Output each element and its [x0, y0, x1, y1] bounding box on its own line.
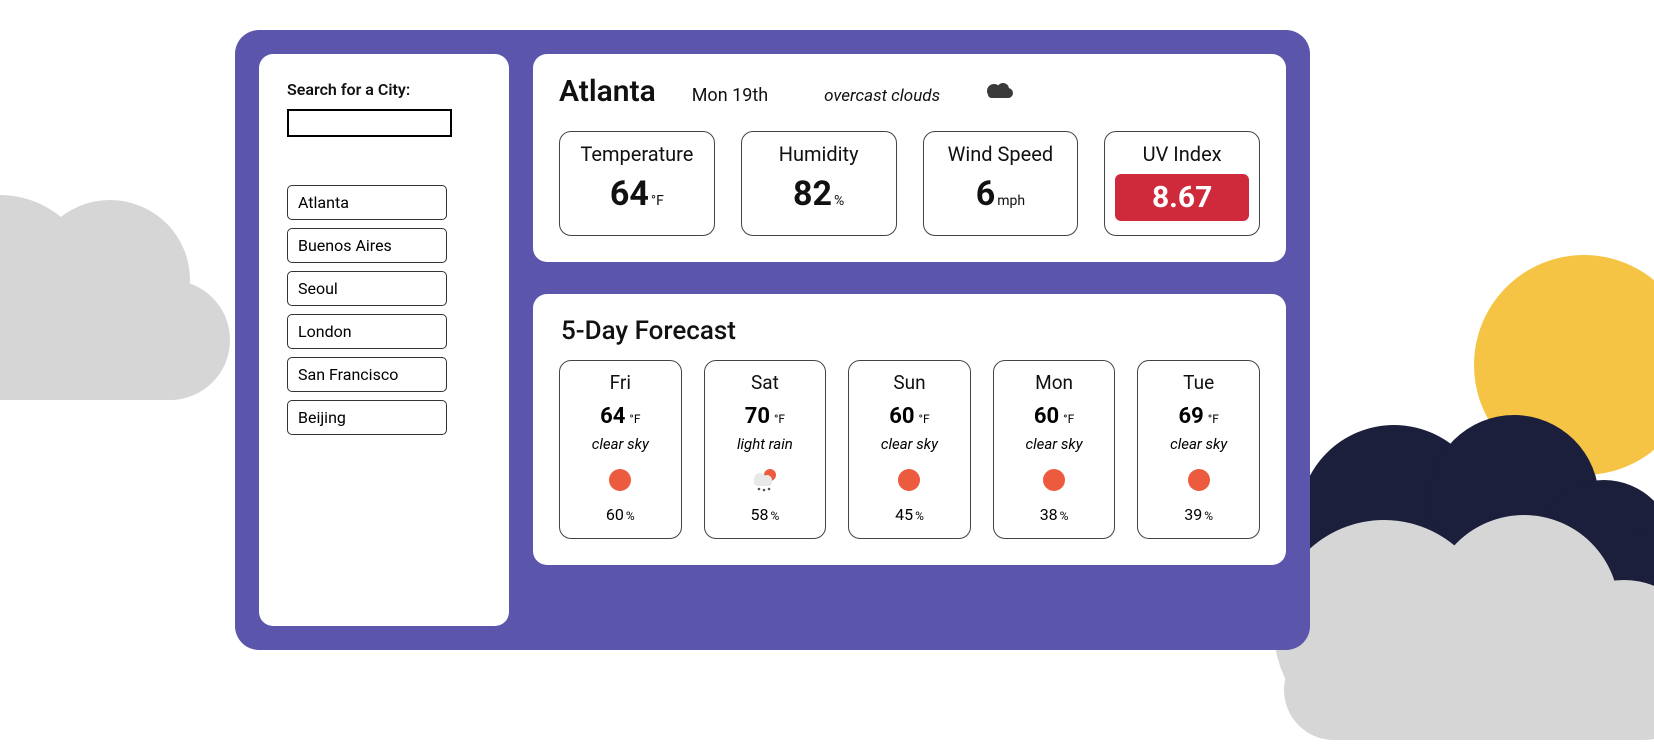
- history-item[interactable]: Seoul: [287, 271, 447, 306]
- forecast-day: Fri 64 °F clear sky 60 %: [559, 360, 682, 539]
- day-temp-unit: °F: [1063, 412, 1074, 426]
- day-temp: 69 °F: [1178, 404, 1218, 429]
- search-label: Search for a City:: [287, 80, 481, 99]
- uv-value: 8.67: [1115, 174, 1249, 221]
- day-condition: clear sky: [855, 435, 964, 453]
- metric-value: 64°F: [610, 174, 664, 214]
- temperature-unit: °F: [651, 193, 664, 209]
- current-weather-card: Atlanta Mon 19th overcast clouds: [533, 54, 1286, 262]
- humidity-unit: %: [834, 193, 844, 209]
- day-temp-unit: °F: [919, 412, 930, 426]
- history-item[interactable]: Beijing: [287, 400, 447, 435]
- day-temp-unit: °F: [1208, 412, 1219, 426]
- forecast-title: 5-Day Forecast: [561, 316, 1260, 346]
- day-name: Fri: [566, 371, 675, 394]
- clouds-icon: [982, 79, 1016, 101]
- day-humidity-value: 39: [1184, 505, 1202, 524]
- day-temp-unit: °F: [774, 412, 785, 426]
- day-name: Tue: [1144, 371, 1253, 394]
- day-humidity-unit: %: [770, 509, 779, 523]
- day-humidity-value: 45: [895, 505, 913, 524]
- city-name: Atlanta: [559, 74, 656, 109]
- day-temp-value: 70: [745, 404, 770, 429]
- forecast-day: Sat 70 °F light rain: [704, 360, 827, 539]
- metric-label: Wind Speed: [932, 142, 1070, 166]
- day-humidity-value: 58: [751, 505, 769, 524]
- day-humidity: 39 %: [1184, 505, 1213, 524]
- day-humidity-unit: %: [626, 509, 635, 523]
- sun-icon: [855, 463, 964, 497]
- current-metrics: Temperature 64°F Humidity 82 % Wind Spee…: [559, 131, 1260, 236]
- wind-unit: mph: [997, 193, 1025, 209]
- day-condition: clear sky: [1144, 435, 1253, 453]
- day-temp-value: 64: [600, 404, 625, 429]
- decorative-cloud-light: [1254, 440, 1654, 740]
- forecast-card: 5-Day Forecast Fri 64 °F clear sky 60 %: [533, 294, 1286, 565]
- day-name: Sun: [855, 371, 964, 394]
- rain-icon: [711, 463, 820, 497]
- day-temp-value: 60: [889, 404, 914, 429]
- metric-value: 82 %: [793, 174, 844, 214]
- forecast-day: Mon 60 °F clear sky 38 %: [993, 360, 1116, 539]
- metric-temperature: Temperature 64°F: [559, 131, 715, 236]
- current-condition: overcast clouds: [824, 86, 940, 106]
- day-humidity: 58 %: [751, 505, 780, 524]
- day-name: Mon: [1000, 371, 1109, 394]
- history-item[interactable]: London: [287, 314, 447, 349]
- day-humidity: 38 %: [1040, 505, 1069, 524]
- day-temp: 60 °F: [889, 404, 929, 429]
- day-name: Sat: [711, 371, 820, 394]
- metric-uv: UV Index 8.67: [1104, 131, 1260, 236]
- forecast-day: Tue 69 °F clear sky 39 %: [1137, 360, 1260, 539]
- weather-dashboard: Search for a City: Atlanta Buenos Aires …: [235, 30, 1310, 650]
- day-humidity-unit: %: [915, 509, 924, 523]
- day-condition: clear sky: [566, 435, 675, 453]
- day-humidity-unit: %: [1060, 509, 1069, 523]
- temperature-value: 64: [610, 174, 649, 214]
- day-humidity-value: 38: [1040, 505, 1058, 524]
- current-header: Atlanta Mon 19th overcast clouds: [559, 74, 1260, 109]
- day-temp-value: 60: [1034, 404, 1059, 429]
- sun-icon: [566, 463, 675, 497]
- day-temp: 60 °F: [1034, 404, 1074, 429]
- day-temp-unit: °F: [629, 412, 640, 426]
- metric-humidity: Humidity 82 %: [741, 131, 897, 236]
- right-column: Atlanta Mon 19th overcast clouds: [533, 54, 1286, 626]
- day-temp-value: 69: [1178, 404, 1203, 429]
- history-item[interactable]: San Francisco: [287, 357, 447, 392]
- day-condition: clear sky: [1000, 435, 1109, 453]
- metric-value: 6mph: [976, 174, 1025, 214]
- sun-icon: [1000, 463, 1109, 497]
- sun-icon: [1144, 463, 1253, 497]
- search-input[interactable]: [287, 109, 452, 137]
- day-temp: 70 °F: [745, 404, 785, 429]
- day-condition: light rain: [711, 435, 820, 453]
- forecast-day: Sun 60 °F clear sky 45 %: [848, 360, 971, 539]
- day-humidity: 60 %: [606, 505, 635, 524]
- humidity-value: 82: [793, 174, 832, 214]
- forecast-row: Fri 64 °F clear sky 60 % Sat 70: [559, 360, 1260, 539]
- metric-label: Temperature: [568, 142, 706, 166]
- metric-wind: Wind Speed 6mph: [923, 131, 1079, 236]
- history-item[interactable]: Atlanta: [287, 185, 447, 220]
- search-history-list: Atlanta Buenos Aires Seoul London San Fr…: [287, 185, 481, 435]
- search-card: Search for a City: Atlanta Buenos Aires …: [259, 54, 509, 626]
- metric-label: Humidity: [750, 142, 888, 166]
- day-humidity-unit: %: [1204, 509, 1213, 523]
- metric-label: UV Index: [1113, 142, 1251, 166]
- decorative-cloud-left: [0, 120, 240, 400]
- day-humidity: 45 %: [895, 505, 924, 524]
- history-item[interactable]: Buenos Aires: [287, 228, 447, 263]
- day-temp: 64 °F: [600, 404, 640, 429]
- day-humidity-value: 60: [606, 505, 624, 524]
- current-date: Mon 19th: [692, 85, 768, 106]
- wind-value: 6: [976, 174, 996, 214]
